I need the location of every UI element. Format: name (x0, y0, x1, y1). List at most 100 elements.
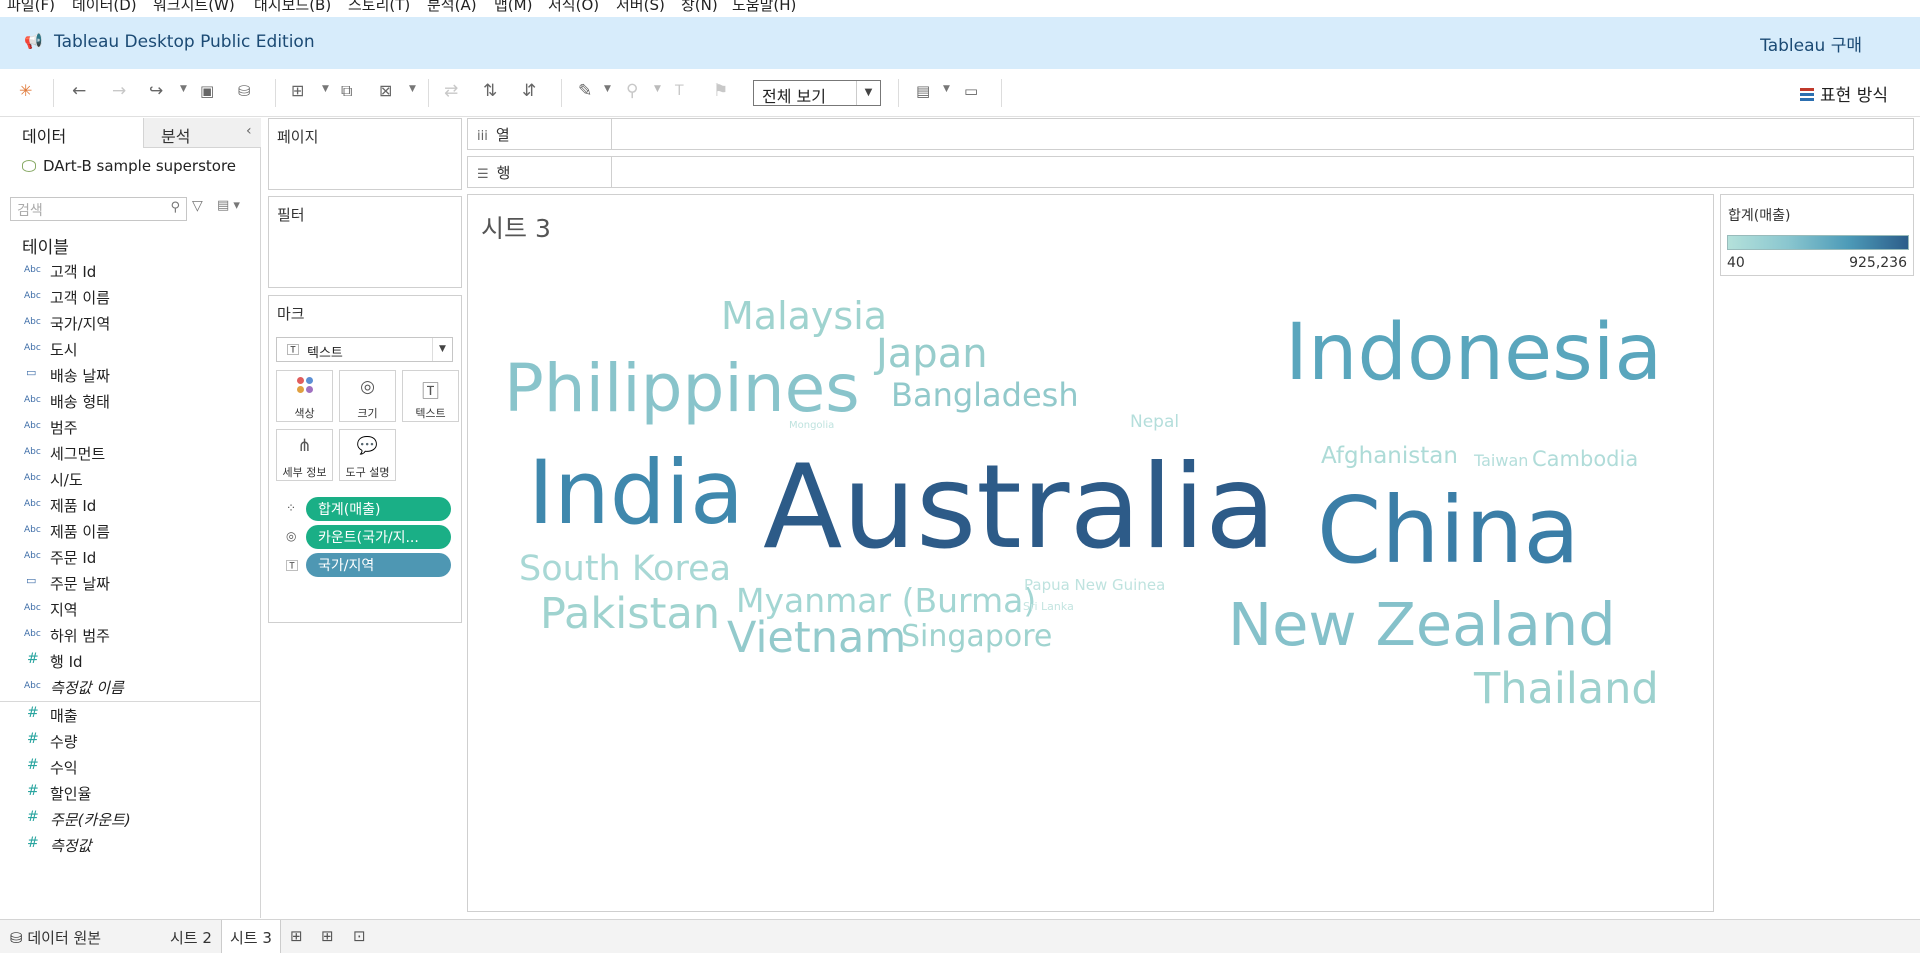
marks-size-button[interactable]: ◎ 크기 (339, 370, 396, 422)
group-paperclip-icon[interactable]: ⚲ (626, 81, 638, 101)
word-sri-lanka[interactable]: Sri Lanka (1023, 601, 1074, 612)
clear-sheet-icon[interactable]: ⊠ (379, 81, 392, 101)
field-item[interactable]: Abc 시/도 (0, 466, 260, 492)
tableau-logo-icon[interactable]: ✳ (19, 81, 32, 101)
word-bangladesh[interactable]: Bangladesh (891, 379, 1079, 411)
country-region-pill[interactable]: 국가/지역 (306, 553, 451, 577)
new-story-icon[interactable]: ⊡ (353, 927, 366, 945)
field-item[interactable]: Abc 도시 (0, 336, 260, 362)
field-item[interactable]: Abc 배송 형태 (0, 388, 260, 414)
sort-descending-icon[interactable]: ⇵ (522, 81, 536, 101)
field-item[interactable]: # 주문(카운트) (0, 806, 260, 832)
field-item[interactable]: Abc 주문 Id (0, 544, 260, 570)
show-cards-caret-icon[interactable]: ▼ (943, 84, 950, 94)
tab-analysis[interactable]: 분석 (143, 118, 261, 148)
word-indonesia[interactable]: Indonesia (1285, 314, 1662, 392)
new-worksheet-caret-icon[interactable]: ▼ (322, 84, 329, 94)
menu-map[interactable]: 맵(M) (494, 0, 532, 15)
field-item[interactable]: # 수익 (0, 754, 260, 780)
field-item[interactable]: Abc 제품 Id (0, 492, 260, 518)
undo-icon[interactable]: ← (72, 81, 86, 101)
field-item[interactable]: # 수량 (0, 728, 260, 754)
sum-sales-pill[interactable]: 합계(매출) (306, 497, 451, 521)
clear-sheet-caret-icon[interactable]: ▼ (409, 84, 416, 94)
new-datasource-icon[interactable]: ⛁ (238, 81, 251, 101)
word-new-zealand[interactable]: New Zealand (1228, 595, 1616, 654)
field-item[interactable]: ▭ 배송 날짜 (0, 362, 260, 388)
new-worksheet-icon[interactable]: ⊞ (291, 81, 304, 101)
menu-server[interactable]: 서버(S) (616, 0, 665, 15)
word-vietnam[interactable]: Vietnam (727, 617, 906, 660)
tab-sheet-2[interactable]: 시트 2 (162, 920, 220, 953)
word-australia[interactable]: Australia (763, 450, 1276, 566)
word-taiwan[interactable]: Taiwan (1474, 453, 1528, 469)
collapse-pane-icon[interactable]: ‹ (246, 123, 252, 139)
menu-analysis[interactable]: 분석(A) (427, 0, 477, 15)
menu-window[interactable]: 창(N) (681, 0, 718, 15)
buy-tableau-link[interactable]: Tableau 구매 (1760, 31, 1862, 56)
filter-icon[interactable]: ▽ (192, 198, 203, 214)
highlight-icon[interactable]: ✎ (578, 81, 592, 101)
menu-file[interactable]: 파일(F) (7, 0, 55, 15)
pages-card[interactable]: 페이지 (268, 118, 462, 190)
tab-sheet-3[interactable]: 시트 3 (221, 920, 281, 953)
field-item[interactable]: ▭ 주문 날짜 (0, 570, 260, 596)
redo-icon[interactable]: → (112, 81, 126, 101)
field-item[interactable]: Abc 세그먼트 (0, 440, 260, 466)
viz-canvas[interactable]: 시트 3 Malaysia Japan Philippines Indonesia Mo… (467, 194, 1714, 912)
word-south-korea[interactable]: South Korea (519, 552, 731, 587)
tab-datasource[interactable]: ⛁ 데이터 원본 (2, 920, 109, 953)
field-item[interactable]: # 할인율 (0, 780, 260, 806)
mark-type-select[interactable]: 🅃 텍스트 ▼ (276, 337, 453, 362)
replay-icon[interactable]: ↪ (149, 81, 163, 101)
menu-help[interactable]: 도움말(H) (732, 0, 796, 15)
field-item[interactable]: Abc 지역 (0, 596, 260, 622)
word-thailand[interactable]: Thailand (1474, 668, 1659, 711)
field-item[interactable]: Abc 측정값 이름 (0, 674, 260, 700)
word-china[interactable]: China (1317, 485, 1580, 577)
duplicate-sheet-icon[interactable]: ⧉ (341, 81, 352, 101)
columns-shelf[interactable]: iii 열 (467, 118, 1914, 150)
word-afghanistan[interactable]: Afghanistan (1321, 445, 1458, 468)
presentation-mode-icon[interactable]: ▭ (964, 81, 978, 101)
field-item[interactable]: Abc 제품 이름 (0, 518, 260, 544)
marks-detail-button[interactable]: ⋔ 세부 정보 (276, 429, 333, 481)
field-item[interactable]: # 매출 (0, 702, 260, 728)
menu-dashboard[interactable]: 대시보드(B) (254, 0, 331, 15)
field-item[interactable]: Abc 하위 범주 (0, 622, 260, 648)
group-caret-icon[interactable]: ▼ (654, 84, 661, 94)
field-item[interactable]: Abc 범주 (0, 414, 260, 440)
color-legend[interactable]: 합계(매출) 40 925,236 (1720, 194, 1914, 276)
word-malaysia[interactable]: Malaysia (721, 297, 887, 335)
menu-story[interactable]: 스토리(T) (348, 0, 410, 15)
list-view-icon[interactable]: ▤ ▾ (217, 198, 240, 213)
show-me-button[interactable]: 표현 방식 (1800, 81, 1888, 106)
tab-data[interactable]: 데이터 (0, 118, 143, 148)
marks-tooltip-button[interactable]: 💬 도구 설명 (339, 429, 396, 481)
menu-worksheet[interactable]: 워크시트(W) (153, 0, 235, 15)
new-dashboard-icon[interactable]: ⊞ (321, 927, 334, 945)
word-india[interactable]: India (528, 449, 744, 537)
word-nepal[interactable]: Nepal (1130, 414, 1179, 431)
field-item[interactable]: Abc 고객 Id (0, 258, 260, 284)
word-mongolia[interactable]: Mongolia (789, 421, 834, 431)
marks-color-button[interactable]: 색상 (276, 370, 333, 422)
datasource-item[interactable]: DArt-B sample superstore (22, 157, 236, 175)
show-cards-icon[interactable]: ▤ (916, 81, 930, 101)
word-japan[interactable]: Japan (876, 334, 988, 374)
sort-ascending-icon[interactable]: ⇅ (483, 81, 497, 101)
field-item[interactable]: Abc 고객 이름 (0, 284, 260, 310)
word-cambodia[interactable]: Cambodia (1532, 449, 1638, 470)
save-icon[interactable]: ▣ (200, 81, 214, 101)
swap-axes-icon[interactable]: ⇄ (444, 81, 458, 101)
field-item[interactable]: # 행 Id (0, 648, 260, 674)
menu-format[interactable]: 서식(O) (548, 0, 599, 15)
search-input[interactable]: 검색 ⚲ (10, 197, 187, 221)
rows-shelf[interactable]: ☰ 행 (467, 156, 1914, 188)
field-item[interactable]: # 측정값 (0, 832, 260, 858)
highlight-caret-icon[interactable]: ▼ (604, 84, 611, 94)
menu-data[interactable]: 데이터(D) (72, 0, 137, 15)
word-pakistan[interactable]: Pakistan (540, 593, 720, 636)
new-worksheet-icon[interactable]: ⊞ (290, 927, 303, 945)
field-item[interactable]: Abc 국가/지역 (0, 310, 260, 336)
